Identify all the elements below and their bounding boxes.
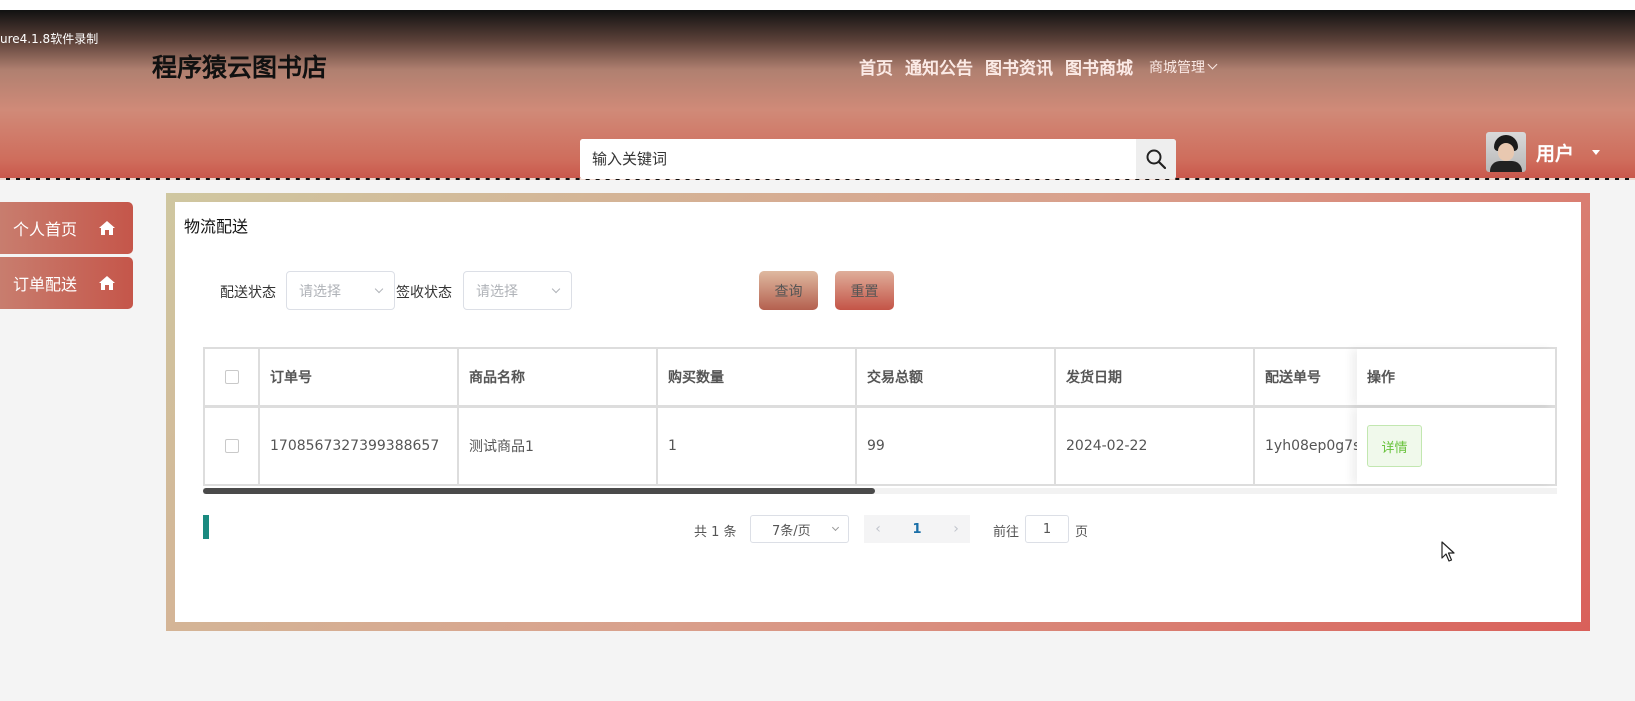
receipt-status-label: 签收状态 [396,285,452,301]
page-size-value: 7条/页 [772,523,811,539]
cell-quantity: 1 [658,408,857,484]
goto-label: 前往 [993,525,1020,540]
content-panel-inner: 物流配送 配送状态 请选择 签收状态 请选择 查询 重置 订单号 商品名称 购买… [175,202,1581,622]
header-checkbox-cell [205,349,260,405]
query-button[interactable]: 查询 [759,271,818,310]
sidebar: 个人首页 订单配送 [0,202,133,312]
mouse-cursor-icon [1441,541,1455,562]
header-quantity[interactable]: 购买数量 [658,349,857,405]
next-page-button[interactable]: › [942,515,970,543]
cell-delivery-no: 1yh08ep0g7s0 [1255,408,1365,484]
receipt-status-select[interactable]: 请选择 [463,271,572,310]
sidebar-item-label: 个人首页 [13,220,78,239]
sidebar-item-order-delivery[interactable]: 订单配送 [0,257,133,309]
nav-mall-management-label: 商城管理 [1149,59,1205,76]
header-order-no[interactable]: 订单号 [260,349,459,405]
search-input[interactable] [580,139,1136,179]
nav-notices[interactable]: 通知公告 [905,54,973,79]
search-bar [580,139,1176,179]
cell-actions: 详情 [1357,408,1555,484]
cell-ship-date: 2024-02-22 [1056,408,1255,484]
site-header: ure4.1.8软件录制 程序猿云图书店 首页 通知公告 图书资讯 图书商城 商… [0,10,1635,180]
content-panel: 物流配送 配送状态 请选择 签收状态 请选择 查询 重置 订单号 商品名称 购买… [166,193,1590,631]
avatar [1486,132,1526,172]
chevron-left-icon: ‹ [875,521,881,537]
delivery-status-select[interactable]: 请选择 [286,271,395,310]
home-icon [99,221,115,235]
cell-order-no: 1708567327399388657 [260,408,459,484]
chevron-right-icon: › [953,521,959,537]
prev-page-button[interactable]: ‹ [864,515,892,543]
row-checkbox[interactable] [224,439,239,453]
search-button[interactable] [1136,139,1176,179]
row-checkbox-cell [205,408,260,484]
pagination: 共 1 条 7条/页 ‹ 1 › 前往 页 [175,515,1581,543]
select-all-checkbox[interactable] [224,370,239,384]
page-title: 物流配送 [184,217,249,236]
table-header-row: 订单号 商品名称 购买数量 交易总额 发货日期 配送单号 操作 [203,347,1557,408]
header-actions: 操作 [1357,349,1555,405]
table-row: 1708567327399388657 测试商品1 1 99 2024-02-2… [203,408,1557,486]
goto-unit-label: 页 [1075,525,1089,540]
nav-mall-management-dropdown[interactable]: 商城管理 [1149,57,1218,77]
user-name: 用户 [1536,142,1575,165]
table-horizontal-scrollbar[interactable] [203,488,1557,494]
nav-book-mall[interactable]: 图书商城 [1065,54,1133,79]
chevron-down-icon [551,284,561,293]
page-number-current[interactable]: 1 [892,515,942,543]
nav-home[interactable]: 首页 [859,54,893,79]
delivery-status-placeholder: 请选择 [299,283,341,300]
site-brand[interactable]: 程序猿云图书店 [152,48,327,84]
header-total[interactable]: 交易总额 [857,349,1056,405]
chevron-down-icon [374,284,384,293]
caret-down-icon [1592,149,1601,155]
goto-page-input[interactable] [1025,515,1069,543]
user-menu[interactable]: 用户 [1486,132,1601,172]
sidebar-item-label: 订单配送 [13,275,78,294]
main-nav: 首页 通知公告 图书资讯 图书商城 商城管理 [859,54,1218,79]
chevron-down-icon [1207,59,1218,70]
chevron-down-icon [831,523,840,531]
pagination-total: 共 1 条 [694,525,737,540]
delivery-table: 订单号 商品名称 购买数量 交易总额 发货日期 配送单号 操作 17085673… [203,347,1557,486]
sidebar-item-personal-home[interactable]: 个人首页 [0,202,133,254]
top-strip [0,0,1635,10]
header-delivery-no[interactable]: 配送单号 [1255,349,1365,405]
reset-button[interactable]: 重置 [835,271,894,310]
delivery-status-label: 配送状态 [220,285,276,301]
detail-button[interactable]: 详情 [1367,425,1422,467]
receipt-status-placeholder: 请选择 [476,283,518,300]
page-size-select[interactable]: 7条/页 [750,515,849,543]
home-icon [99,276,115,290]
search-icon [1146,149,1166,169]
header-product[interactable]: 商品名称 [459,349,658,405]
nav-book-news[interactable]: 图书资讯 [985,54,1053,79]
header-ship-date[interactable]: 发货日期 [1056,349,1255,405]
cell-total: 99 [857,408,1056,484]
recording-label: ure4.1.8软件录制 [0,32,99,46]
scrollbar-thumb[interactable] [203,488,875,494]
cell-product: 测试商品1 [459,408,658,484]
